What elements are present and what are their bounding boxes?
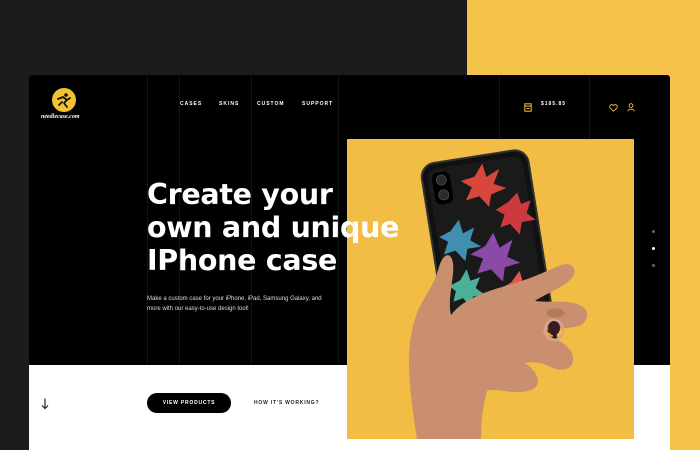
cart-total[interactable]: $185.85 bbox=[541, 101, 566, 107]
nav-item-custom[interactable]: CUSTOM bbox=[257, 101, 285, 107]
slider-dot[interactable] bbox=[652, 264, 655, 267]
how-it-works-link[interactable]: HOW IT'S WORKING? bbox=[254, 400, 319, 406]
hero-title: Create your own and unique IPhone case bbox=[147, 178, 447, 277]
heart-icon[interactable] bbox=[609, 99, 618, 117]
view-products-button[interactable]: VIEW PRODUCTS bbox=[147, 393, 231, 413]
hero-title-line: own and unique bbox=[147, 211, 400, 244]
website-card: needlecase.com CASES SKINS CUSTOM SUPPOR… bbox=[29, 75, 670, 450]
nav-item-skins[interactable]: SKINS bbox=[219, 101, 239, 107]
user-icon[interactable] bbox=[627, 99, 635, 117]
hero-title-line: IPhone case bbox=[147, 244, 338, 277]
logo-text[interactable]: needlecase.com bbox=[41, 114, 79, 120]
slider-dot[interactable] bbox=[652, 230, 655, 233]
hero-title-line: Create your bbox=[147, 178, 333, 211]
logo-icon[interactable] bbox=[52, 88, 76, 112]
nav-item-support[interactable]: SUPPORT bbox=[302, 101, 333, 107]
arrow-down-icon[interactable] bbox=[41, 397, 49, 415]
cart-icon[interactable] bbox=[524, 99, 532, 117]
nav-item-cases[interactable]: CASES bbox=[180, 101, 202, 107]
hero-description: Make a custom case for your iPhone, iPad… bbox=[147, 296, 322, 312]
slider-dot-active[interactable] bbox=[652, 247, 655, 250]
